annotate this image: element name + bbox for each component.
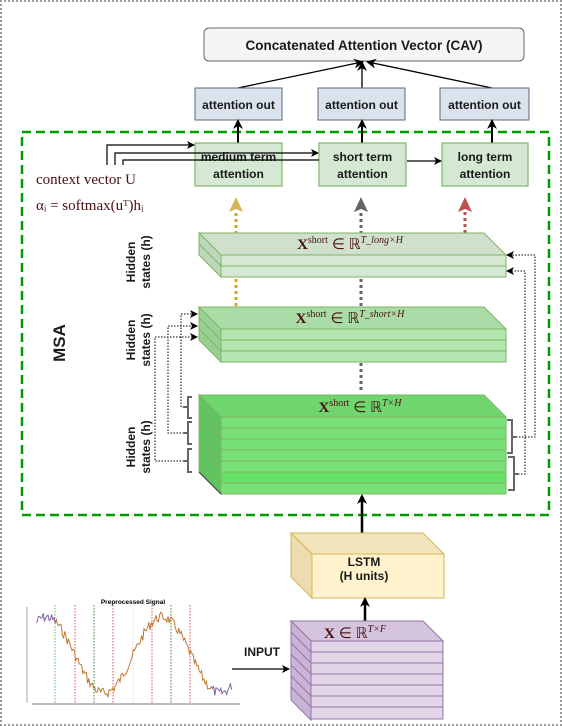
attention-label: attention bbox=[213, 167, 264, 181]
arrow-to-cav-right bbox=[366, 58, 493, 89]
svg-text:states (h): states (h) bbox=[139, 235, 153, 288]
attention-label: medium term bbox=[201, 150, 276, 164]
bracket-left-3 bbox=[184, 448, 192, 473]
lstm-block: LSTM (H units) bbox=[289, 531, 446, 600]
cav-title: Concatenated Attention Vector (CAV) bbox=[245, 38, 482, 53]
medium-feed-arrowhead bbox=[229, 197, 243, 212]
long-feed-arrowhead bbox=[458, 197, 472, 212]
arrow-to-cav-left bbox=[237, 58, 364, 89]
bracket-left-2 bbox=[184, 421, 192, 445]
lstm-units-label: (H units) bbox=[340, 569, 389, 583]
attention-out-label: attention out bbox=[325, 98, 398, 112]
attention-label: attention bbox=[337, 167, 388, 181]
attention-label: long term bbox=[458, 150, 513, 164]
connector-left-1 bbox=[180, 310, 198, 408]
attention-label: short term bbox=[333, 150, 392, 164]
signal-plot-title: Preprocessed Signal bbox=[101, 599, 165, 606]
attention-out-medium: attention out bbox=[194, 87, 283, 121]
softmax-formula: αᵢ = softmax(uᵀ)hᵢ bbox=[36, 198, 144, 214]
hidden-states-label-short: Hidden states (h) bbox=[124, 313, 153, 366]
connector-left-3 bbox=[154, 333, 198, 462]
attention-out-label: attention out bbox=[448, 98, 521, 112]
attention-out-long: attention out bbox=[439, 87, 530, 121]
tensor-full: Xshort ∈ ℝT×H bbox=[197, 393, 508, 496]
msa-label: MSA bbox=[50, 324, 69, 362]
hidden-states-label-full: Hidden states (h) bbox=[124, 420, 153, 473]
svg-text:Hidden: Hidden bbox=[124, 320, 138, 361]
context-vector-label: context vector U bbox=[36, 172, 136, 188]
diagram-canvas: Concatenated Attention Vector (CAV) atte… bbox=[20, 27, 551, 722]
tensor-short: Xshort ∈ ℝT_short×H bbox=[197, 305, 508, 364]
attention-label: attention bbox=[460, 167, 511, 181]
connector-right-1 bbox=[506, 251, 536, 438]
signal-plot: Preprocessed Signal bbox=[26, 599, 240, 705]
svg-text:Hidden: Hidden bbox=[124, 242, 138, 283]
cav-box: Concatenated Attention Vector (CAV) bbox=[203, 27, 525, 62]
connector-right-2 bbox=[506, 267, 526, 475]
tensor-long: Xshort ∈ ℝT_long×H bbox=[197, 231, 508, 279]
signal-line-end bbox=[210, 683, 233, 697]
svg-text:Hidden: Hidden bbox=[124, 427, 138, 468]
hidden-states-label-long: Hidden states (h) bbox=[124, 235, 153, 288]
context-arrow-1 bbox=[106, 141, 195, 165]
short-feed-arrowhead bbox=[354, 197, 368, 212]
input-label: INPUT bbox=[244, 645, 281, 659]
bracket-right-1 bbox=[507, 419, 516, 454]
signal-line-start bbox=[35, 613, 56, 624]
attention-out-label: attention out bbox=[202, 98, 275, 112]
medium-term-attention: medium term attention bbox=[194, 142, 283, 187]
long-term-attention: long term attention bbox=[441, 142, 529, 187]
svg-text:states (h): states (h) bbox=[139, 313, 153, 366]
attention-out-short: attention out bbox=[317, 87, 406, 121]
svg-text:states (h): states (h) bbox=[139, 420, 153, 473]
lstm-label: LSTM bbox=[348, 555, 381, 569]
bracket-left-1 bbox=[184, 396, 192, 419]
connector-left-2 bbox=[167, 322, 198, 434]
short-term-attention: short term attention bbox=[318, 142, 407, 187]
input-tensor: X ∈ ℝT×F bbox=[289, 619, 445, 722]
bracket-right-2 bbox=[508, 456, 518, 491]
